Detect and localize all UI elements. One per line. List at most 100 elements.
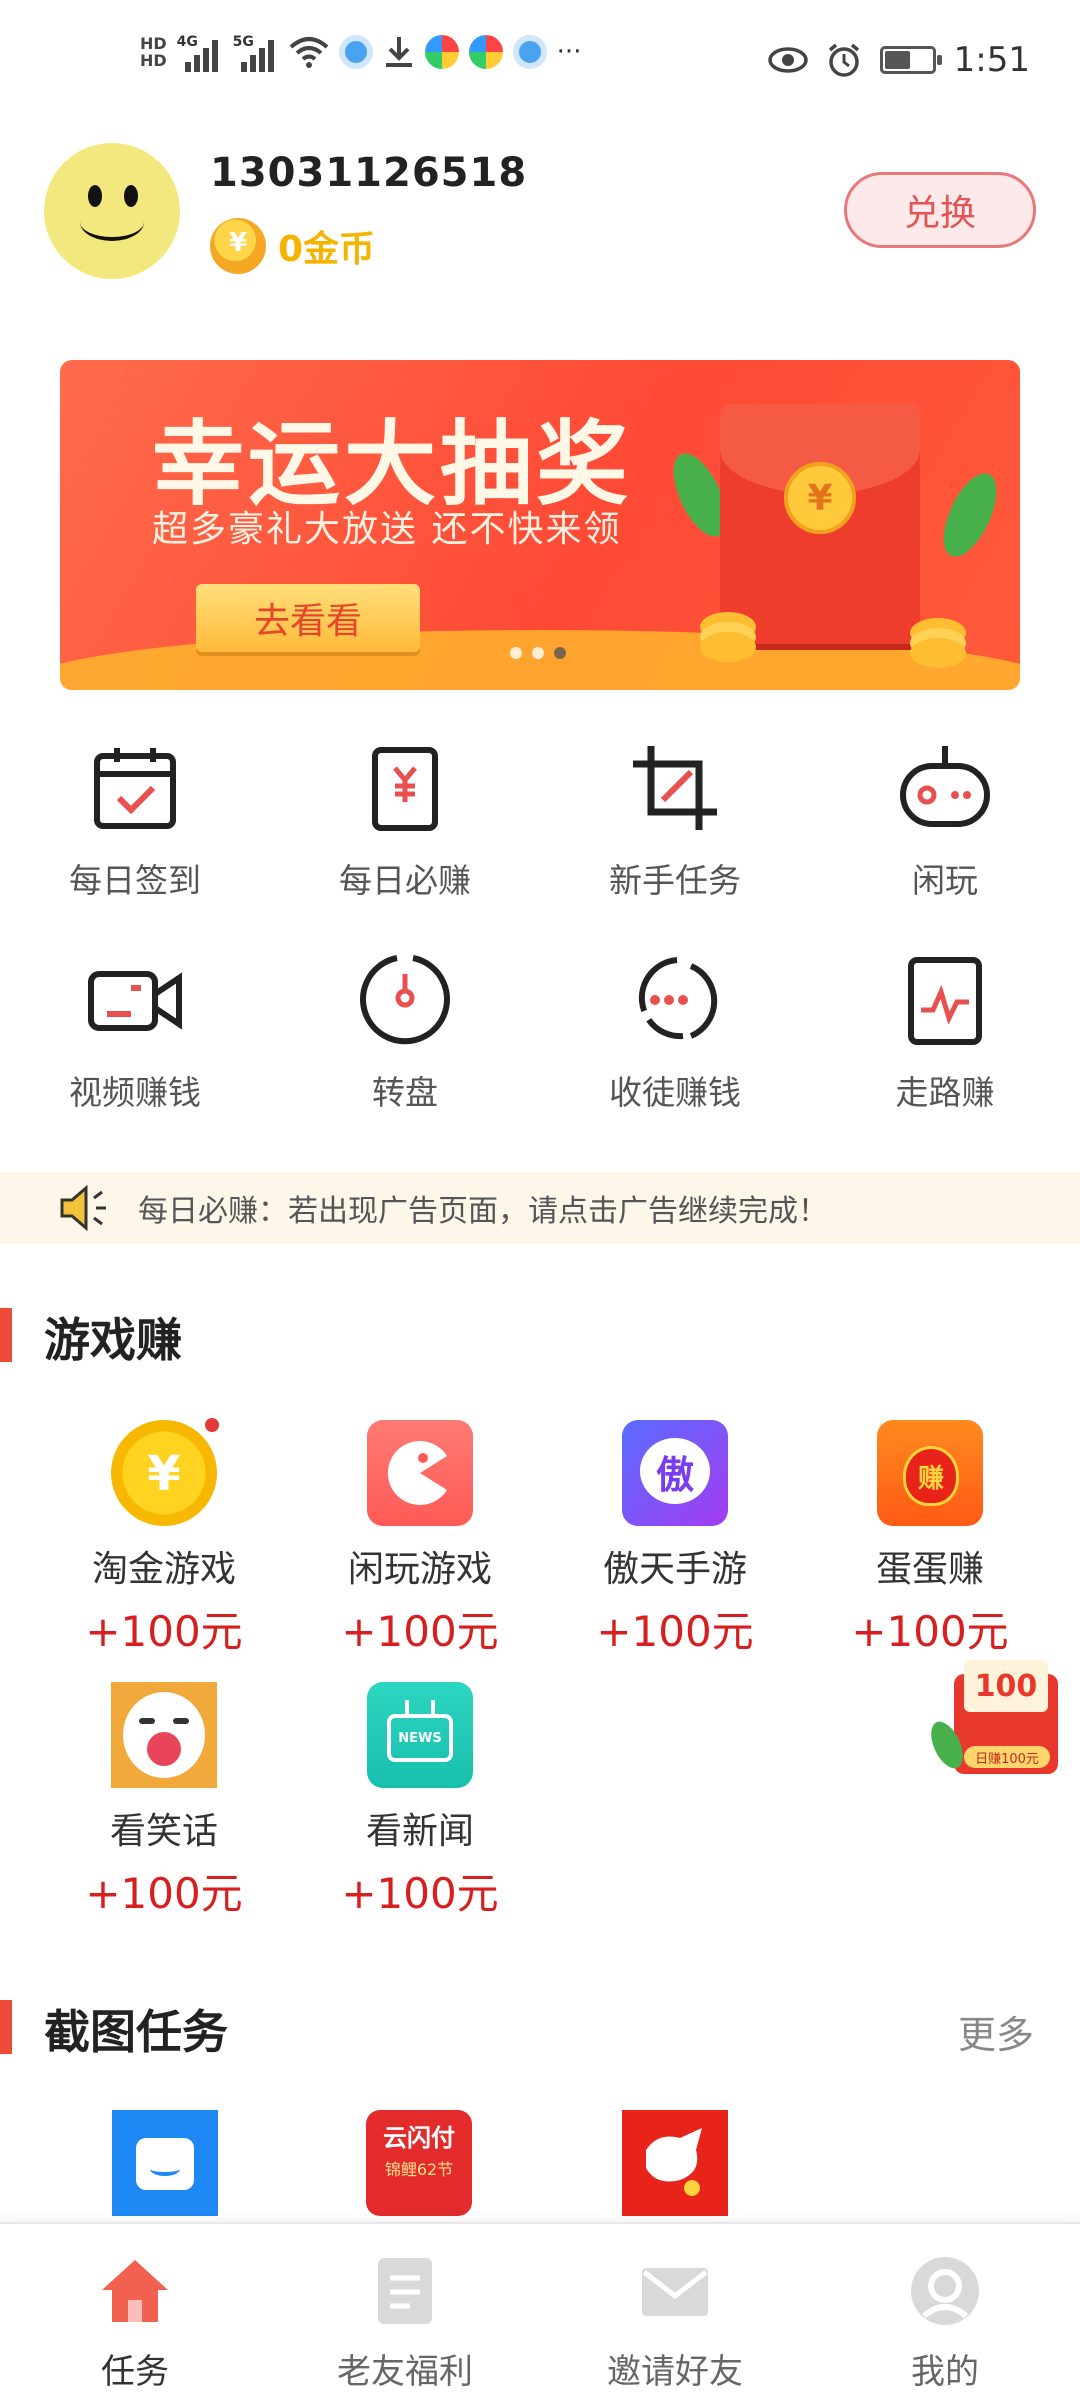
more-link[interactable]: 更多 bbox=[958, 2004, 1034, 2059]
section-title: 游戏赚 bbox=[44, 1313, 182, 1367]
exchange-button[interactable]: 兑换 bbox=[844, 172, 1036, 248]
notice-bar: 每日必赚：若出现广告页面，请点击广告继续完成！ bbox=[0, 1172, 1080, 1244]
pulse-icon bbox=[908, 957, 982, 1045]
pagination-dot-active bbox=[554, 647, 566, 659]
grid-item-daily-checkin[interactable]: 每日签到 bbox=[0, 740, 270, 902]
user-phone: 13031126518 bbox=[210, 150, 528, 196]
status-bar: HD HD 4G 5G ··· 1:51 bbox=[0, 0, 1080, 130]
grid-item-wheel[interactable]: 转盘 bbox=[270, 952, 540, 1114]
banner-go-button[interactable]: 去看看 bbox=[196, 584, 420, 652]
grid-item-label: 每日必赚 bbox=[339, 861, 471, 900]
signal-4g-icon: 4G bbox=[177, 34, 223, 72]
game-reward: +100元 bbox=[596, 1607, 754, 1656]
coin-balance: 0金币 bbox=[210, 218, 375, 274]
gamepad-icon bbox=[900, 746, 990, 827]
game-tile-dandan[interactable]: 赚 蛋蛋赚 +100元 bbox=[800, 1420, 1060, 1659]
nav-tab-profile[interactable]: 我的 bbox=[810, 2224, 1080, 2400]
game-tile-xianwan[interactable]: 闲玩游戏 +100元 bbox=[290, 1420, 550, 1659]
game-name: 看新闻 bbox=[365, 1811, 474, 1852]
game-tile-taojin[interactable]: ¥ 淘金游戏 +100元 bbox=[34, 1418, 294, 1659]
floating-redpacket[interactable]: 100 日赚100元 bbox=[924, 1660, 1080, 1790]
app-notification-icon bbox=[338, 35, 373, 69]
grid-item-label: 闲玩 bbox=[912, 861, 978, 900]
game-reward: +100元 bbox=[851, 1607, 1009, 1656]
game-tile-aotian[interactable]: 傲 傲天手游 +100元 bbox=[545, 1420, 805, 1659]
nav-label: 邀请好友 bbox=[607, 2352, 743, 2392]
nav-tab-tasks[interactable]: 任务 bbox=[0, 2224, 270, 2400]
banner-pagination bbox=[510, 647, 566, 659]
coin-balance-text: 0金币 bbox=[278, 229, 376, 270]
aotian-icon: 傲 bbox=[622, 1420, 728, 1526]
grid-item-label: 转盘 bbox=[372, 1073, 438, 1112]
download-icon bbox=[385, 37, 412, 67]
coin-icon bbox=[210, 218, 266, 274]
grid-item-label: 收徒赚钱 bbox=[609, 1073, 741, 1112]
jd-dog-icon bbox=[646, 2128, 702, 2196]
game-reward: +100元 bbox=[85, 1869, 243, 1918]
grid-item-newbie-tasks[interactable]: 新手任务 bbox=[540, 740, 810, 902]
promo-banner[interactable]: ¥ 幸运大抽奖 超多豪礼大放送 还不快来领 去看看 bbox=[60, 360, 1020, 690]
coin-stack-icon bbox=[700, 632, 756, 662]
red-envelope-icon: ¥ bbox=[720, 404, 920, 644]
task-app-icon[interactable] bbox=[112, 2110, 218, 2216]
game-tile-news[interactable]: NEWS 看新闻 +100元 bbox=[290, 1682, 550, 1921]
nav-tab-invite-friends[interactable]: 邀请好友 bbox=[540, 2224, 810, 2400]
banner-subtitle: 超多豪礼大放送 还不快来领 bbox=[152, 509, 622, 550]
avatar-mouth bbox=[80, 203, 144, 241]
moneybag-glyph: 赚 bbox=[903, 1446, 959, 1506]
app-notification-icon bbox=[468, 35, 503, 69]
game-reward: +100元 bbox=[341, 1869, 499, 1918]
speaker-icon bbox=[60, 1184, 106, 1232]
alarm-icon bbox=[828, 43, 859, 77]
coin-stack-icon bbox=[910, 638, 966, 668]
grid-item-label: 新手任务 bbox=[609, 861, 741, 900]
banner-leaf bbox=[932, 465, 1008, 565]
game-name: 傲天手游 bbox=[602, 1549, 747, 1590]
news-glyph: NEWS bbox=[387, 1714, 453, 1762]
bottom-nav: 任务 老友福利 邀请好友 我的 bbox=[0, 2222, 1080, 2400]
laughing-face-icon bbox=[111, 1682, 217, 1788]
clock: 1:51 bbox=[953, 40, 1030, 80]
section-accent-bar bbox=[0, 2000, 12, 2054]
grid-item-video-earn[interactable]: 视频赚钱 bbox=[0, 952, 270, 1114]
redpacket-caption: 日赚100元 bbox=[964, 1746, 1050, 1768]
more-notifications-icon: ··· bbox=[556, 37, 582, 67]
section-title: 截图任务 bbox=[44, 2005, 228, 2059]
apprentice-icon bbox=[638, 957, 718, 1040]
yuan-card-icon bbox=[372, 747, 438, 831]
document-icon bbox=[378, 2258, 432, 2324]
task-app-icon-jd[interactable] bbox=[622, 2110, 728, 2216]
grid-item-walk-earn[interactable]: 走路赚 bbox=[810, 952, 1080, 1114]
wifi-icon bbox=[289, 37, 328, 68]
grid-item-apprentice[interactable]: 收徒赚钱 bbox=[540, 952, 810, 1114]
unionpay-subtitle: 锦鲤62节 bbox=[384, 2160, 454, 2179]
game-name: 闲玩游戏 bbox=[347, 1549, 492, 1590]
game-name: 看笑话 bbox=[109, 1811, 218, 1852]
task-app-icon-unionpay[interactable]: 云闪付 锦鲤62节 bbox=[366, 2110, 472, 2216]
screenshot-section-header: 截图任务 更多 bbox=[0, 1990, 1080, 2060]
game-tile-jokes[interactable]: 看笑话 +100元 bbox=[34, 1682, 294, 1921]
crop-icon bbox=[633, 746, 717, 830]
aotian-glyph: 傲 bbox=[640, 1438, 710, 1504]
game-name: 蛋蛋赚 bbox=[875, 1549, 984, 1590]
section-accent-bar bbox=[0, 1308, 12, 1362]
nav-label: 我的 bbox=[911, 2352, 979, 2392]
nav-tab-friend-benefits[interactable]: 老友福利 bbox=[270, 2224, 540, 2400]
redpacket-paper: 100 bbox=[964, 1660, 1048, 1712]
pacman-icon bbox=[367, 1420, 473, 1526]
new-badge-dot bbox=[205, 1418, 219, 1432]
app-notification-icon bbox=[512, 35, 547, 69]
nav-label: 老友福利 bbox=[337, 2352, 473, 2392]
status-icons-left: HD HD 4G 5G ··· bbox=[140, 34, 582, 72]
envelope-icon bbox=[642, 2268, 708, 2316]
grid-item-xianwan[interactable]: 闲玩 bbox=[810, 740, 1080, 902]
eye-icon bbox=[767, 47, 808, 73]
avatar[interactable] bbox=[44, 143, 180, 279]
calendar-check-icon bbox=[94, 748, 176, 829]
status-icons-right: 1:51 bbox=[767, 40, 1030, 80]
grid-item-daily-earn[interactable]: 每日必赚 bbox=[270, 740, 540, 902]
hd-indicator: HD HD bbox=[140, 34, 167, 70]
game-reward: +100元 bbox=[341, 1607, 499, 1656]
game-reward: +100元 bbox=[85, 1607, 243, 1656]
signal-5g-icon: 5G bbox=[233, 34, 279, 72]
